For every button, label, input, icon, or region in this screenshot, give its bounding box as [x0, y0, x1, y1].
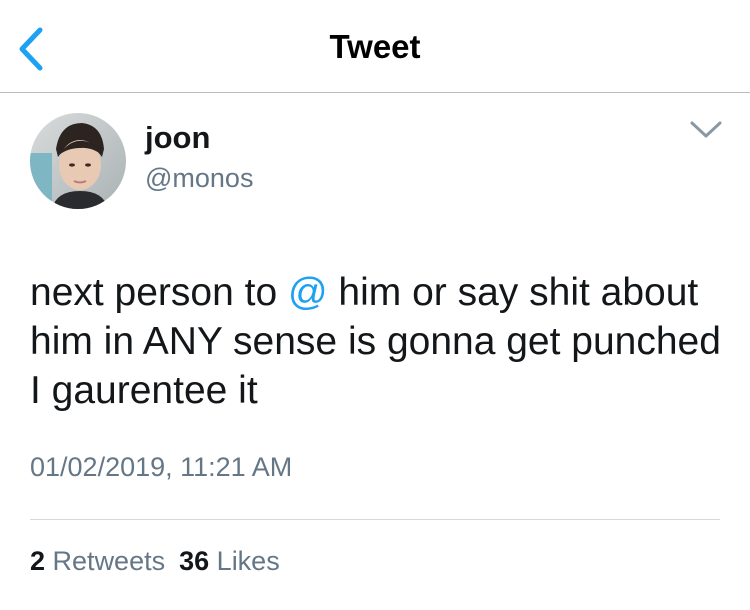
retweets-count: 2: [30, 546, 46, 576]
retweets-stat[interactable]: 2 Retweets: [30, 546, 165, 577]
tweet-timestamp: 01/02/2019, 11:21 AM: [30, 452, 293, 482]
likes-count: 36: [179, 546, 210, 576]
avatar[interactable]: [30, 113, 126, 209]
author-handle: @monos: [145, 163, 254, 193]
author-name[interactable]: joon: [145, 120, 210, 156]
page-title: Tweet: [329, 28, 421, 65]
chevron-down-icon: [690, 121, 722, 138]
divider: [30, 519, 720, 520]
mention-link[interactable]: @: [288, 271, 328, 314]
navigation-bar: Tweet: [0, 0, 750, 93]
retweets-label: Retweets: [52, 546, 166, 576]
tweet-menu-button[interactable]: [688, 118, 724, 142]
likes-stat[interactable]: 36 Likes: [179, 546, 280, 577]
avatar-photo: [30, 113, 126, 209]
tweet-text-part-1: next person to: [30, 271, 288, 314]
tweet-text: next person to @ him or say shit about h…: [30, 268, 730, 415]
tweet-stats: 2 Retweets 36 Likes: [30, 546, 294, 577]
likes-label: Likes: [216, 546, 280, 576]
